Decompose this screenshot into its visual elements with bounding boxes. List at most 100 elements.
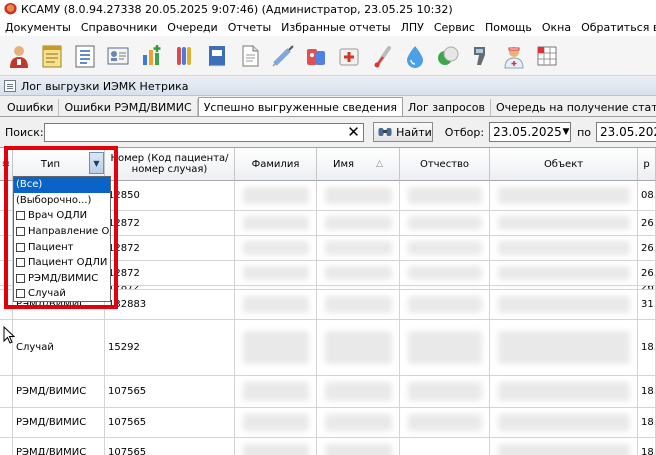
binoculars-icon xyxy=(378,128,392,136)
menu-lpu[interactable]: ЛПУ xyxy=(396,21,429,34)
cell-sel xyxy=(0,408,13,437)
redacted-value xyxy=(243,240,309,256)
redacted-value xyxy=(498,443,630,455)
column-header-label: Имя xyxy=(333,158,355,170)
redacted-value xyxy=(408,295,482,314)
tab-status-queue[interactable]: Очередь на получение статусов документов xyxy=(491,99,656,116)
column-header-middle-name[interactable]: Отчество xyxy=(400,148,490,181)
first-aid-icon[interactable] xyxy=(334,40,364,72)
cell-last xyxy=(235,408,317,437)
redacted-value xyxy=(325,443,392,455)
list-icon[interactable] xyxy=(70,40,100,72)
menu-windows[interactable]: Окна xyxy=(537,21,576,34)
cell-obj xyxy=(490,286,638,289)
to-label: по xyxy=(577,125,591,139)
redacted-value xyxy=(243,382,309,401)
cell-last xyxy=(235,286,317,289)
cell-first xyxy=(317,236,400,260)
cell-last xyxy=(235,236,317,260)
pills-round-icon[interactable] xyxy=(433,40,463,72)
water-drop-icon[interactable] xyxy=(400,40,430,72)
redacted-value xyxy=(408,240,482,256)
date-from-picker[interactable]: 23.05.2025 ▼ xyxy=(489,122,572,142)
column-header-label: Объект xyxy=(543,158,584,170)
document-icon[interactable] xyxy=(235,40,265,72)
redacted-value xyxy=(325,215,392,231)
menu-contact[interactable]: Обратиться в ООО " xyxy=(576,21,656,34)
menu-reports[interactable]: Отчеты xyxy=(223,21,276,34)
syringe-icon[interactable] xyxy=(268,40,298,72)
menu-service[interactable]: Сервис xyxy=(429,21,480,34)
doctor-icon[interactable] xyxy=(4,40,34,72)
tab-success-uploads[interactable]: Успешно выгруженные сведения xyxy=(197,97,403,116)
app-logo-icon xyxy=(4,2,17,16)
column-header-number[interactable]: Номер (Код пациента/номер случая) xyxy=(105,148,235,181)
cell-num: 107565 xyxy=(105,408,235,437)
tab-remd-errors[interactable]: Ошибки РЭМД/ВИМИС xyxy=(59,99,198,116)
cell-num: 107565 xyxy=(105,376,235,407)
table-row[interactable]: Случай 15292 18. xyxy=(0,320,656,376)
nurse-icon[interactable] xyxy=(499,40,529,72)
redacted-value xyxy=(498,295,630,314)
date-to-picker[interactable]: 23.05.202 xyxy=(596,122,656,142)
cell-extra: 18. xyxy=(638,438,656,455)
cell-obj xyxy=(490,211,638,235)
menu-help[interactable]: Помощь xyxy=(480,21,537,34)
clear-search-button[interactable]: ✕ xyxy=(346,123,361,142)
menu-queues[interactable]: Очереди xyxy=(162,21,222,34)
redacted-value xyxy=(325,186,392,205)
book-icon[interactable] xyxy=(202,40,232,72)
window-title: КСАМУ (8.0.94.27338 20.05.2025 9:07:46) … xyxy=(21,2,453,16)
menu-references[interactable]: Справочники xyxy=(76,21,162,34)
cell-first xyxy=(317,181,400,210)
cell-obj xyxy=(490,408,638,437)
redacted-value xyxy=(498,413,630,432)
grid-icon[interactable] xyxy=(532,40,562,72)
cell-type: РЭМД/ВИМИС xyxy=(13,376,105,407)
table-row[interactable]: РЭМД/ВИМИС 107565 18. xyxy=(0,408,656,438)
cell-obj xyxy=(490,236,638,260)
pills-icon[interactable] xyxy=(301,40,331,72)
tab-errors[interactable]: Ошибки xyxy=(2,99,60,116)
chart-plus-icon[interactable] xyxy=(136,40,166,72)
lab-tubes-icon[interactable] xyxy=(169,40,199,72)
cell-first xyxy=(317,408,400,437)
cell-extra: 26. xyxy=(638,211,656,235)
scanner-icon[interactable] xyxy=(466,40,496,72)
table-row[interactable]: РЭМД/ВИМИС 107565 18. xyxy=(0,376,656,408)
redacted-value xyxy=(325,413,392,432)
date-to-value: 23.05.202 xyxy=(600,125,656,139)
column-header-last-name[interactable]: Фамилия xyxy=(235,148,317,181)
cell-middle xyxy=(400,286,490,289)
redacted-value xyxy=(408,413,482,432)
cell-type: РЭМД/ВИМИС xyxy=(13,408,105,437)
redacted-value xyxy=(408,382,482,401)
search-input[interactable] xyxy=(43,122,365,142)
redacted-value xyxy=(243,286,309,289)
child-window-title-bar: Лог выгрузки ИЭМК Нетрика xyxy=(0,77,656,96)
chevron-down-icon[interactable]: ▼ xyxy=(562,127,570,137)
column-header-object[interactable]: Объект xyxy=(490,148,638,181)
cell-num: 12872 xyxy=(105,286,235,289)
cell-type: Случай xyxy=(13,320,105,375)
tab-request-log[interactable]: Лог запросов xyxy=(403,99,492,116)
table-row[interactable]: РЭМД/ВИМИС107565 Анатольевна 18. xyxy=(0,438,656,455)
notepad-icon[interactable] xyxy=(37,40,67,72)
search-bar: Поиск: ✕ Найти Отбор: 23.05.2025 ▼ по 23… xyxy=(0,121,656,143)
sort-ascending-icon: △ xyxy=(376,158,383,169)
redacted-value xyxy=(408,186,482,205)
find-button[interactable]: Найти xyxy=(373,122,433,142)
column-header-date[interactable]: р xyxy=(638,148,656,181)
cell-obj xyxy=(490,376,638,407)
column-header-first-name[interactable]: Имя △ xyxy=(317,148,400,181)
menu-documents[interactable]: Документы xyxy=(0,21,76,34)
cell-num: 15292 xyxy=(105,320,235,375)
cell-obj xyxy=(490,261,638,285)
cell-first xyxy=(317,211,400,235)
id-card-icon[interactable] xyxy=(103,40,133,72)
redacted-value xyxy=(408,331,482,364)
menu-favorite-reports[interactable]: Избранные отчеты xyxy=(276,21,395,34)
thermometer-icon[interactable] xyxy=(367,40,397,72)
child-window-title: Лог выгрузки ИЭМК Нетрика xyxy=(21,79,189,93)
redacted-value xyxy=(325,331,392,364)
